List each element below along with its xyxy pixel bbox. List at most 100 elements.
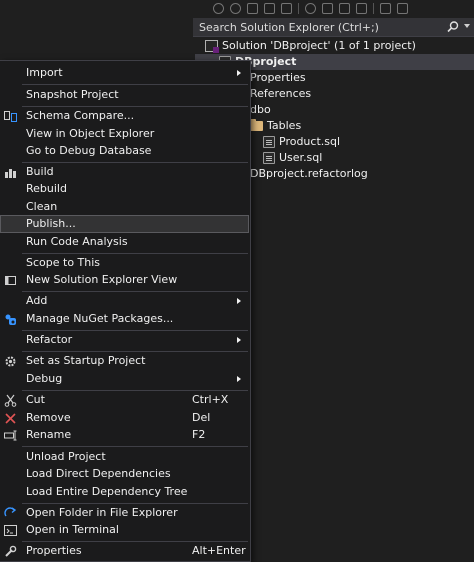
menu-item-label: Open Folder in File Explorer [26, 506, 178, 519]
menu-item-label: Load Direct Dependencies [26, 467, 171, 480]
menu-item-manage-nuget[interactable]: Manage NuGet Packages... [0, 310, 249, 328]
submenu-arrow-icon [237, 337, 241, 343]
menu-item-go-debug-database[interactable]: Go to Debug Database [0, 142, 249, 160]
back-icon[interactable] [213, 2, 224, 14]
menu-item-label: Scope to This [26, 256, 101, 269]
toolbar-divider [373, 2, 374, 14]
build-icon [5, 169, 16, 178]
submenu-arrow-icon [237, 70, 241, 76]
menu-item-debug[interactable]: Debug [0, 370, 249, 388]
menu-item-rename[interactable]: Rename F2 [0, 426, 249, 444]
home-icon[interactable] [247, 2, 258, 14]
sql-file-icon [263, 136, 275, 148]
forward-icon[interactable] [230, 2, 241, 14]
menu-item-import[interactable]: Import [0, 64, 249, 82]
collapse-all-icon[interactable] [339, 2, 350, 14]
menu-item-label: Rename [26, 428, 72, 441]
tree-item-label: References [250, 87, 312, 100]
nuget-icon [5, 314, 16, 325]
search-icon[interactable] [446, 20, 460, 34]
menu-item-add[interactable]: Add [0, 292, 249, 310]
menu-item-label: Remove [26, 411, 71, 424]
sync-icon[interactable] [281, 2, 292, 14]
menu-item-label: Cut [26, 393, 45, 406]
vs-icon[interactable] [264, 2, 275, 14]
submenu-arrow-icon [237, 298, 241, 304]
menu-item-label: Schema Compare... [26, 109, 135, 122]
terminal-icon [4, 525, 17, 536]
close-icon [5, 413, 16, 424]
menu-item-view-object-explorer[interactable]: View in Object Explorer [0, 125, 249, 143]
chevron-down-icon[interactable] [464, 24, 470, 28]
schema-compare-icon [4, 111, 17, 122]
tree-item-label: Properties [250, 71, 306, 84]
tree-item-tables[interactable]: Tables [250, 118, 301, 134]
menu-item-remove[interactable]: Remove Del [0, 409, 249, 427]
scissors-icon [4, 394, 17, 407]
history-icon[interactable] [305, 2, 316, 14]
menu-item-label: Import [26, 66, 63, 79]
context-menu: Import Snapshot Project Schema Compare..… [0, 60, 251, 562]
menu-item-set-startup-project[interactable]: Set as Startup Project [0, 352, 249, 370]
tree-item-dbo[interactable]: dbo [250, 102, 271, 118]
menu-item-label: Run Code Analysis [26, 235, 128, 248]
menu-item-rebuild[interactable]: Rebuild [0, 180, 249, 198]
menu-item-load-direct-dependencies[interactable]: Load Direct Dependencies [0, 465, 249, 483]
menu-item-clean[interactable]: Clean [0, 198, 249, 216]
menu-item-label: Refactor [26, 333, 73, 346]
menu-item-label: Go to Debug Database [26, 144, 152, 157]
menu-separator [22, 446, 248, 447]
submenu-arrow-icon [237, 376, 241, 382]
search-input[interactable]: Search Solution Explorer (Ctrl+;) [193, 18, 474, 37]
tree-item-label: dbo [250, 103, 271, 116]
tree-item-references[interactable]: References [250, 86, 311, 102]
menu-item-shortcut: Del [192, 411, 211, 424]
menu-item-label: Set as Startup Project [26, 354, 146, 367]
menu-item-snapshot-project[interactable]: Snapshot Project [0, 86, 249, 104]
tree-item-product-sql[interactable]: Product.sql [263, 134, 340, 150]
menu-item-label: Clean [26, 200, 58, 213]
menu-item-label: Build [26, 165, 54, 178]
menu-item-properties[interactable]: Properties Alt+Enter [0, 542, 249, 560]
menu-separator [22, 84, 248, 85]
menu-item-scope-to-this[interactable]: Scope to This [0, 254, 249, 272]
menu-item-label: Publish... [26, 217, 76, 230]
solution-icon [205, 40, 219, 53]
menu-item-shortcut: Ctrl+X [192, 393, 229, 406]
new-explorer-view-icon [5, 276, 16, 285]
show-all-files-icon[interactable] [356, 2, 367, 14]
menu-item-refactor[interactable]: Refactor [0, 331, 249, 349]
tree-item-solution[interactable]: Solution 'DBproject' (1 of 1 project) [205, 38, 416, 54]
menu-item-label: Snapshot Project [26, 88, 119, 101]
menu-item-cut[interactable]: Cut Ctrl+X [0, 391, 249, 409]
menu-item-label: Unload Project [26, 450, 106, 463]
menu-item-build[interactable]: Build [0, 163, 249, 181]
tree-item-label: Product.sql [279, 135, 341, 148]
menu-item-run-code-analysis[interactable]: Run Code Analysis [0, 233, 249, 251]
menu-item-schema-compare[interactable]: Schema Compare... [0, 107, 249, 125]
gear-icon [5, 356, 16, 367]
menu-item-label: Open in Terminal [26, 523, 119, 536]
tree-item-properties[interactable]: Properties [250, 70, 306, 86]
menu-item-label: New Solution Explorer View [26, 273, 178, 286]
rename-icon [4, 430, 17, 441]
menu-item-open-folder[interactable]: Open Folder in File Explorer [0, 504, 249, 522]
menu-item-publish[interactable]: Publish... [0, 215, 249, 233]
search-placeholder: Search Solution Explorer (Ctrl+;) [199, 20, 379, 34]
preview-icon[interactable] [397, 2, 408, 14]
menu-item-open-terminal[interactable]: Open in Terminal [0, 521, 249, 539]
tree-item-user-sql[interactable]: User.sql [263, 150, 322, 166]
explorer-toolbar [193, 0, 474, 16]
toolbar-divider [298, 2, 299, 14]
menu-item-label: Manage NuGet Packages... [26, 312, 174, 325]
tree-item-refactorlog[interactable]: DBproject.refactorlog [250, 166, 368, 182]
menu-item-load-entire-dependency-tree[interactable]: Load Entire Dependency Tree [0, 483, 249, 501]
menu-item-label: Properties [26, 544, 82, 557]
wrench-icon[interactable] [380, 2, 391, 14]
menu-item-unload-project[interactable]: Unload Project [0, 448, 249, 466]
menu-item-new-solution-explorer-view[interactable]: New Solution Explorer View [0, 271, 249, 289]
menu-item-shortcut: Alt+Enter [192, 544, 246, 557]
tree-item-label: Tables [267, 119, 302, 132]
refresh-icon[interactable] [322, 2, 333, 14]
sql-file-icon [263, 152, 275, 164]
